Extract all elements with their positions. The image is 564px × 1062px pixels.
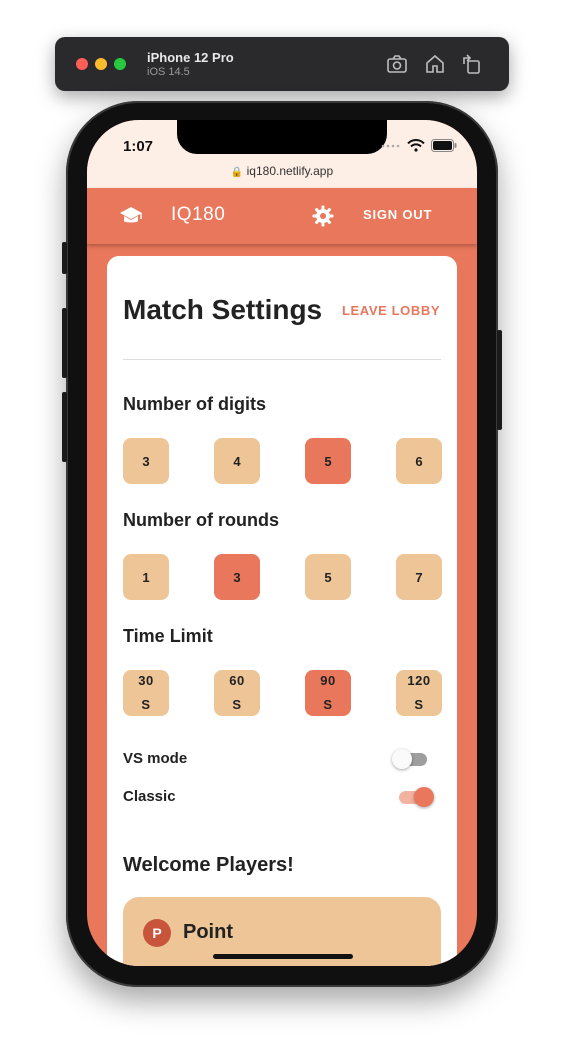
classic-toggle[interactable] [396,786,434,808]
rounds-label: Number of rounds [123,510,279,530]
app-brand[interactable]: IQ180 [171,204,225,226]
zoom-window-button[interactable] [114,58,126,70]
match-settings-card: Match Settings LEAVE LOBBY Number of dig… [107,256,457,966]
digits-option[interactable]: 3 [123,438,169,484]
time-option[interactable]: 30 S [123,670,169,716]
time-unit: S [323,697,333,712]
status-time: 1:07 [123,138,154,155]
digits-option[interactable]: 4 [214,438,260,484]
rounds-option[interactable]: 5 [305,554,351,600]
page-title: Match Settings [123,294,323,325]
gear-icon[interactable] [311,204,335,228]
digits-options: 3 4 5 6 [123,438,442,484]
time-value: 30 [138,673,154,688]
status-area: 1:07 🔒 iq180.netlify.app [87,120,477,188]
time-option[interactable]: 120 S [396,670,442,716]
home-indicator[interactable] [213,954,353,959]
time-option-selected[interactable]: 90 S [305,670,351,716]
avatar: P [143,919,171,947]
url-text: iq180.netlify.app [246,164,334,178]
rounds-options: 1 3 5 7 [123,554,442,600]
address-bar[interactable]: 🔒 iq180.netlify.app [87,164,477,178]
time-limit-label: Time Limit [123,626,213,646]
classic-label: Classic [123,788,176,805]
device-name: iPhone 12 Pro [147,50,234,65]
welcome-heading: Welcome Players! [123,854,294,876]
power-button [497,330,502,430]
leave-lobby-button[interactable]: LEAVE LOBBY [342,303,440,318]
app-header: IQ180 SIGN OUT [87,188,477,244]
home-icon[interactable] [423,52,447,76]
notch [177,120,387,154]
simulator-toolbar: iPhone 12 Pro iOS 14.5 [55,37,509,91]
time-unit: S [414,697,424,712]
volume-down-button [62,392,67,462]
wifi-icon [407,139,425,152]
time-limit-options: 30 S 60 S 90 S 120 S [123,670,442,716]
battery-icon [431,139,457,152]
divider [123,359,441,360]
minimize-window-button[interactable] [95,58,107,70]
rounds-option[interactable]: 1 [123,554,169,600]
os-version: iOS 14.5 [147,66,190,78]
phone-screen: 1:07 🔒 iq180.netlify.app IQ180 SIGN OUT … [87,120,477,966]
time-option[interactable]: 60 S [214,670,260,716]
rounds-option-selected[interactable]: 3 [214,554,260,600]
toggle-knob [392,749,412,769]
time-value: 90 [320,673,336,688]
digits-option-selected[interactable]: 5 [305,438,351,484]
time-value: 120 [407,673,431,688]
rounds-option[interactable]: 7 [396,554,442,600]
time-unit: S [141,697,151,712]
player-name: Point [183,921,233,943]
signal-icon [381,144,400,147]
time-unit: S [232,697,242,712]
close-window-button[interactable] [76,58,88,70]
graduation-cap-icon[interactable] [119,205,143,227]
vs-mode-label: VS mode [123,750,188,767]
lock-icon: 🔒 [230,167,244,178]
rotate-icon[interactable] [459,52,483,76]
mute-switch [62,242,67,274]
screenshot-icon[interactable] [385,52,409,76]
digits-option[interactable]: 6 [396,438,442,484]
time-value: 60 [229,673,245,688]
vs-mode-toggle[interactable] [392,748,430,770]
volume-up-button [62,308,67,378]
status-icons [381,139,457,152]
sign-out-button[interactable]: SIGN OUT [363,207,432,222]
digits-label: Number of digits [123,394,266,414]
toggle-knob [414,787,434,807]
